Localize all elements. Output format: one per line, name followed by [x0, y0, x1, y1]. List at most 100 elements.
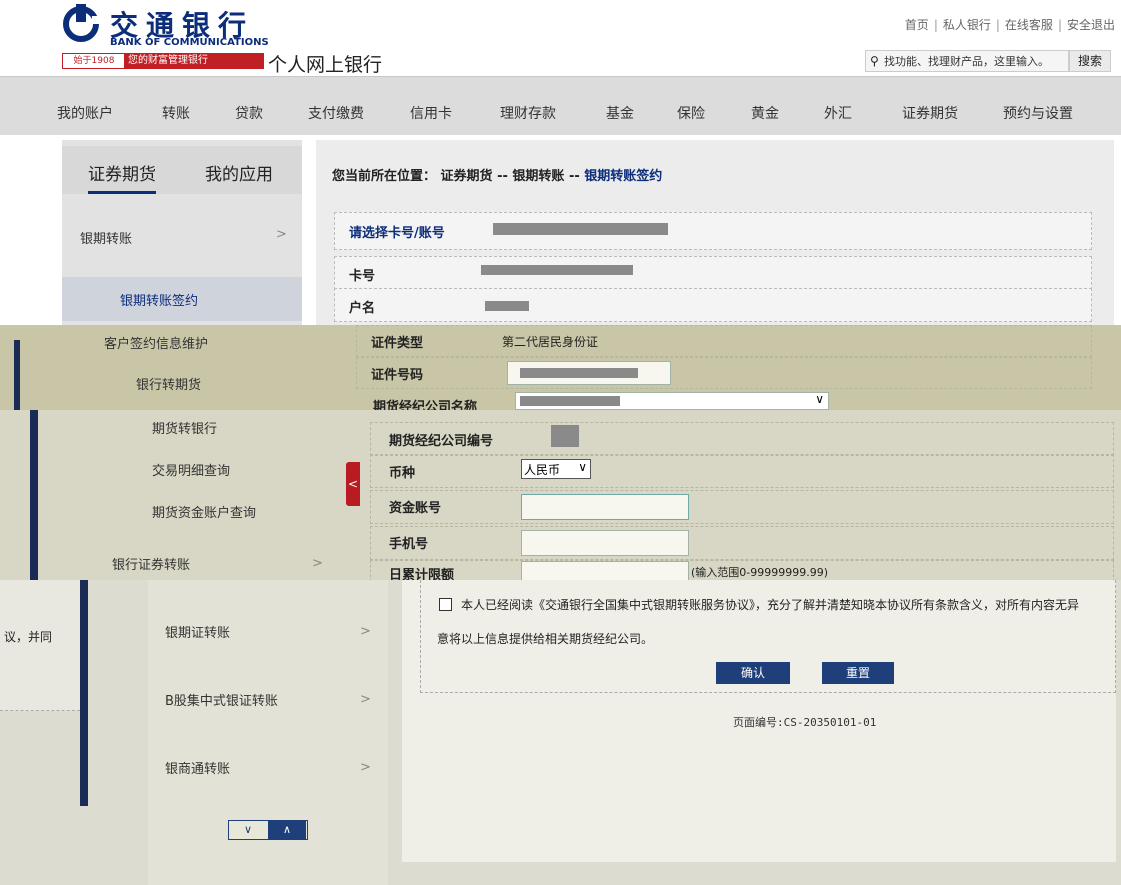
chevron-right-icon: >	[360, 624, 371, 639]
breadcrumb-securities: 证券期货	[440, 169, 493, 184]
currency-row: 币种 人民币 ∨	[370, 454, 1114, 488]
nav-item-transfer[interactable]: 转账	[162, 103, 190, 123]
id-no-redacted	[520, 368, 638, 378]
top-link-logout[interactable]: 安全退出	[1067, 18, 1115, 32]
id-type-label: 证件类型	[371, 336, 424, 351]
sidebar-tabs: 证券期货 我的应用	[62, 146, 302, 194]
card-no-row: 卡号	[334, 256, 1092, 290]
daily-limit-row: 日累计限额 (输入范围0-99999999.99)	[370, 560, 1114, 583]
slogan-banner: 您的财富管理银行	[124, 53, 264, 69]
select-card-row: 请选择卡号/账号	[334, 212, 1092, 250]
breadcrumb-prefix: 您当前所在位置：	[332, 169, 437, 184]
glitch-bar	[14, 340, 20, 410]
bank-logo[interactable]: 交通银行 BANK OF COMMUNICATIONS	[62, 4, 269, 48]
header: 交通银行 BANK OF COMMUNICATIONS 始于1908 您的财富管…	[0, 0, 1121, 76]
fund-account-input[interactable]	[521, 494, 689, 520]
id-no-row: 证件号码	[356, 357, 1092, 389]
collapse-sidebar-icon[interactable]: <	[346, 462, 360, 506]
bank-logo-icon	[63, 4, 102, 42]
agreement-checkbox[interactable]	[439, 598, 452, 611]
sidebar-item-fund-query[interactable]: 期货资金账户查询	[152, 502, 256, 521]
nav-item-wealth[interactable]: 理财存款	[500, 103, 556, 123]
sidebar-group-b-share[interactable]: B股集中式银证转账	[165, 690, 278, 709]
daily-limit-hint: (输入范围0-99999999.99)	[691, 566, 829, 579]
sidebar-group-bank-sec-futures[interactable]: 银期证转账	[165, 622, 230, 641]
breadcrumb: 您当前所在位置： 证券期货 -- 银期转账 -- 银期转账签约	[332, 165, 662, 184]
nav-item-credit[interactable]: 信用卡	[410, 103, 452, 123]
glitch-bar	[80, 580, 88, 806]
agreement-line-2: 意将以上信息提供给相关期货经纪公司。	[437, 632, 654, 646]
chevron-right-icon: >	[312, 556, 323, 571]
currency-label: 币种	[389, 466, 416, 481]
breadcrumb-current[interactable]: 银期转账签约	[584, 169, 662, 184]
search-placeholder: 找功能、找理财产品，这里输入。	[884, 55, 1049, 68]
chevron-right-icon: >	[360, 692, 371, 707]
main-nav: 我的账户 转账 贷款 支付缴费 信用卡 理财存款 基金 保险 黄金 外汇 证券期…	[0, 76, 1121, 135]
select-card-label: 请选择卡号/账号	[349, 226, 445, 241]
nav-item-gold[interactable]: 黄金	[751, 103, 779, 123]
futures-company-no-redacted	[551, 425, 579, 447]
id-type-row: 证件类型 第二代居民身份证	[356, 325, 1092, 357]
sidebar-group-merchant[interactable]: 银商通转账	[165, 758, 230, 777]
id-no-label: 证件号码	[371, 368, 424, 383]
breadcrumb-sep: --	[568, 169, 580, 184]
search-input[interactable]: ⚲ 找功能、找理财产品，这里输入。	[865, 50, 1069, 72]
sidebar-group-bank-sec[interactable]: 银行证券转账	[112, 554, 190, 573]
tab-securities[interactable]: 证券期货	[88, 160, 156, 194]
fund-account-row: 资金账号	[370, 490, 1114, 524]
card-no-label: 卡号	[349, 269, 376, 284]
mobile-input[interactable]	[521, 530, 689, 556]
card-no-redacted	[481, 265, 633, 275]
card-select-redacted[interactable]	[493, 223, 668, 235]
chevron-right-icon: >	[276, 227, 287, 242]
nav-item-payment[interactable]: 支付缴费	[308, 103, 364, 123]
sidebar-item-maintain[interactable]: 客户签约信息维护	[104, 333, 208, 352]
futures-company-select[interactable]: ∨	[515, 392, 829, 410]
chevron-down-icon: ∨	[815, 392, 824, 406]
tab-my-apps[interactable]: 我的应用	[205, 160, 273, 185]
currency-value: 人民币	[524, 463, 561, 477]
nav-item-settings[interactable]: 预约与设置	[1003, 103, 1073, 123]
sidebar-scroll-buttons: ∨ ∧	[228, 820, 308, 840]
bank-name-en: BANK OF COMMUNICATIONS	[110, 37, 269, 48]
mobile-label: 手机号	[389, 537, 429, 552]
site-title: 个人网上银行	[268, 54, 383, 76]
futures-company-no-row: 期货经纪公司编号	[370, 422, 1114, 456]
id-no-field	[507, 361, 671, 385]
sidebar-item-futures-to-bank[interactable]: 期货转银行	[152, 418, 217, 437]
chevron-down-icon: ∨	[578, 460, 587, 474]
top-link-service[interactable]: 在线客服	[1005, 18, 1053, 32]
search-icon: ⚲	[870, 54, 879, 68]
chevron-down-icon[interactable]: ∨	[229, 821, 267, 839]
sidebar-group-bank-futures[interactable]: 银期转账	[80, 228, 132, 247]
nav-item-loan[interactable]: 贷款	[235, 103, 263, 123]
reset-button[interactable]: 重置	[822, 662, 894, 684]
nav-item-fund[interactable]: 基金	[606, 103, 634, 123]
agreement-line-1: 本人已经阅读《交通银行全国集中式银期转账服务协议》，充分了解并清楚知晓本协议所有…	[461, 598, 1080, 612]
top-link-private[interactable]: 私人银行	[943, 18, 991, 32]
sidebar-item-bank-to-futures[interactable]: 银行转期货	[136, 374, 201, 393]
top-links: 首页 | 私人银行 | 在线客服 | 安全退出	[904, 18, 1115, 32]
nav-item-insurance[interactable]: 保险	[677, 103, 705, 123]
fund-account-label: 资金账号	[389, 501, 442, 516]
futures-company-no-label: 期货经纪公司编号	[389, 434, 494, 449]
name-redacted	[485, 301, 529, 311]
nav-item-account[interactable]: 我的账户	[57, 103, 113, 123]
top-link-home[interactable]: 首页	[905, 18, 929, 32]
mobile-row: 手机号	[370, 526, 1114, 560]
sidebar-item-detail-query[interactable]: 交易明细查询	[152, 460, 230, 479]
daily-limit-input[interactable]	[521, 561, 689, 581]
left-fragment-panel: 议，并同	[0, 580, 80, 711]
nav-item-forex[interactable]: 外汇	[824, 103, 852, 123]
id-type-value: 第二代居民身份证	[502, 335, 599, 349]
name-label: 户名	[349, 301, 376, 316]
search-button[interactable]: 搜索	[1069, 50, 1111, 72]
nav-item-securities[interactable]: 证券期货	[902, 103, 958, 123]
sidebar-item-sign[interactable]: 银期转账签约	[120, 290, 198, 309]
since-badge: 始于1908	[62, 53, 126, 69]
confirm-button[interactable]: 确认	[716, 662, 790, 684]
currency-select[interactable]: 人民币 ∨	[521, 459, 591, 479]
chevron-up-icon[interactable]: ∧	[268, 821, 306, 839]
page-id: 页面编号:CS-20350101-01	[733, 716, 877, 729]
left-agreement-fragment: 议，并同	[4, 630, 53, 644]
